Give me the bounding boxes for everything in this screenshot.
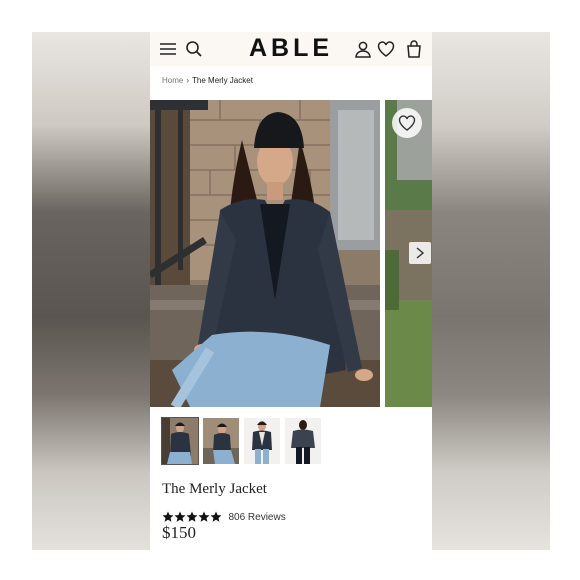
breadcrumb-separator: › — [186, 76, 190, 85]
thumbnail-3[interactable] — [244, 418, 280, 464]
star-icon — [198, 511, 210, 522]
breadcrumb-current: The Merly Jacket — [192, 76, 253, 85]
product-page: ABLE Home › The Merly Jacket The Merly J… — [150, 32, 432, 550]
product-rating[interactable]: 806 Reviews — [162, 508, 286, 524]
background-blur-right — [432, 32, 550, 550]
thumbnail-1[interactable] — [161, 417, 199, 465]
main-product-image[interactable] — [150, 100, 380, 407]
star-icon — [174, 511, 186, 522]
star-icon — [162, 511, 174, 522]
product-price: $150 — [162, 523, 196, 542]
heart-icon[interactable] — [376, 39, 396, 59]
star-icon — [186, 511, 198, 522]
reviews-link[interactable]: 806 Reviews — [228, 512, 285, 523]
favorite-button[interactable] — [392, 108, 422, 138]
breadcrumb: Home › The Merly Jacket — [162, 76, 253, 85]
background-strip — [32, 550, 550, 580]
background-blur-left — [32, 32, 150, 550]
thumbnail-2[interactable] — [203, 418, 239, 464]
site-header: ABLE — [150, 32, 432, 66]
breadcrumb-home[interactable]: Home — [162, 76, 183, 85]
chevron-right-icon — [416, 247, 425, 259]
product-title: The Merly Jacket — [162, 481, 267, 497]
bag-icon[interactable] — [404, 39, 424, 59]
account-icon[interactable] — [353, 39, 373, 59]
next-image-button[interactable] — [409, 242, 431, 264]
heart-icon — [398, 115, 416, 131]
star-icon — [210, 511, 222, 522]
thumbnail-4[interactable] — [285, 418, 321, 464]
